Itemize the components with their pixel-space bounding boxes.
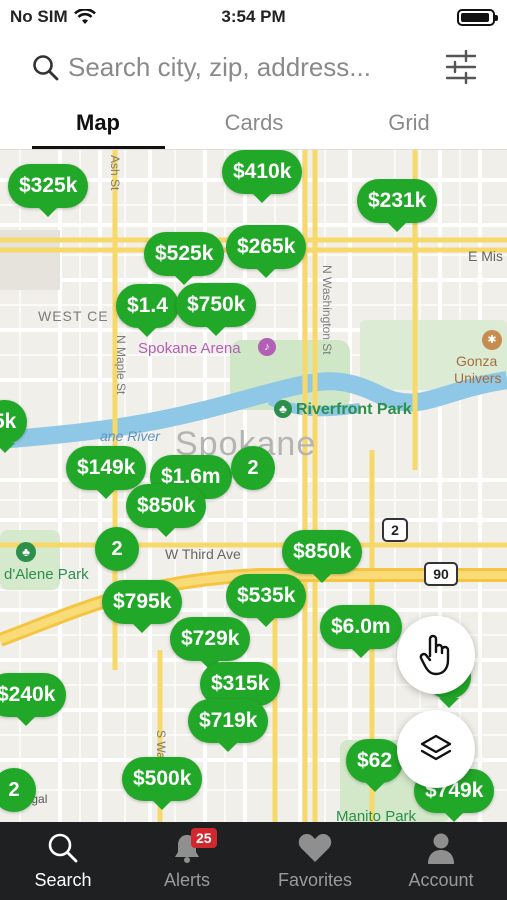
nav-alerts-label: Alerts <box>163 870 210 890</box>
map-label-spokane-river: ane River <box>100 428 160 444</box>
map-view[interactable]: WEST CE Spokane Arena ♪ ♣ Riverfront Par… <box>0 150 507 822</box>
price-pin[interactable]: $62 <box>346 739 404 792</box>
map-label-e-mission: E Mis <box>468 248 503 264</box>
map-label-riverfront-park: Riverfront Park <box>296 401 412 418</box>
price-pin[interactable]: $265k <box>226 225 307 278</box>
price-pin[interactable]: $795k <box>102 580 183 633</box>
search-bar <box>0 40 507 96</box>
price-pin[interactable]: $535k <box>226 574 307 627</box>
filter-sliders-icon[interactable] <box>445 50 477 84</box>
price-pin[interactable]: $729k <box>170 617 251 670</box>
battery-icon <box>457 9 498 26</box>
music-venue-icon: ♪ <box>258 338 276 356</box>
price-pin[interactable]: $1.4 <box>116 284 179 337</box>
price-pin[interactable]: $850k <box>282 530 363 583</box>
map-label-gonzaga-university: Univers <box>454 370 502 386</box>
map-label-ash-st: Ash St <box>108 155 122 191</box>
bottom-tab-bar: Search 25 Alerts Favorites Account <box>0 822 507 900</box>
clock: 3:54 PM <box>221 7 286 26</box>
search-input[interactable] <box>68 49 428 85</box>
nav-search[interactable]: Search <box>0 822 126 900</box>
nav-favorites[interactable]: Favorites <box>252 822 378 900</box>
cluster-marker[interactable]: 2 <box>231 446 275 490</box>
map-label-west-central: WEST CE <box>38 308 109 324</box>
search-icon <box>48 833 78 863</box>
active-tab-indicator <box>32 146 165 149</box>
park-icon: ♣ <box>16 542 36 562</box>
price-pin[interactable]: $240k <box>0 673 67 726</box>
nav-favorites-label: Favorites <box>277 870 353 890</box>
alerts-count-badge: 25 <box>191 828 217 848</box>
map-label-coeur-dalene-park: d'Alene Park <box>4 566 89 583</box>
map-label-manito-park: Manito Park <box>336 808 417 822</box>
cluster-marker[interactable]: 2 <box>95 527 139 571</box>
map-label-s-washington: S Wa <box>154 730 168 759</box>
draw-search-button[interactable] <box>397 616 475 694</box>
price-pin[interactable]: $525k <box>144 232 225 285</box>
price-pin[interactable]: $850k <box>126 484 207 537</box>
view-tabs: Map Cards Grid <box>0 104 507 150</box>
price-pin[interactable]: $719k <box>188 699 269 752</box>
person-icon <box>428 833 454 864</box>
price-pin[interactable]: $149k <box>66 446 147 499</box>
heart-icon <box>298 834 332 862</box>
status-bar: No SIM 3:54 PM <box>0 0 507 34</box>
map-label-w-third-ave: W Third Ave <box>165 546 241 562</box>
tab-grid[interactable]: Grid <box>339 110 479 136</box>
price-pin[interactable]: $6.0m <box>320 605 402 658</box>
tab-cards[interactable]: Cards <box>184 110 324 136</box>
map-label-n-maple-st: N Maple St <box>114 335 128 395</box>
route-2-shield: 2 <box>382 518 408 542</box>
map-label-spokane-arena: Spokane Arena <box>138 340 241 357</box>
nav-search-label: Search <box>34 870 92 890</box>
map-label-riverfront-park-icon: ♣ <box>274 400 292 418</box>
layers-icon <box>420 734 452 761</box>
map-layers-button[interactable] <box>397 710 475 788</box>
price-pin[interactable]: $231k <box>357 179 438 232</box>
price-pin[interactable]: $500k <box>122 757 203 810</box>
hand-pointer-icon <box>419 634 450 676</box>
tree-icon: ♣ <box>274 400 292 418</box>
price-pin[interactable]: $750k <box>176 283 257 336</box>
price-pin[interactable]: $410k <box>222 150 303 203</box>
map-label-n-washington-st: N Washington St <box>320 265 334 355</box>
university-icon: ✱ <box>482 330 502 350</box>
map-label-gonzaga: Gonza <box>456 353 498 369</box>
interstate-90-shield: 90 <box>424 562 458 586</box>
price-pin[interactable]: $325k <box>8 164 89 217</box>
search-icon <box>33 55 59 81</box>
nav-account[interactable]: Account <box>378 822 504 900</box>
nav-alerts[interactable]: 25 Alerts <box>124 822 250 900</box>
nav-account-label: Account <box>408 870 474 890</box>
tab-map[interactable]: Map <box>28 110 168 136</box>
